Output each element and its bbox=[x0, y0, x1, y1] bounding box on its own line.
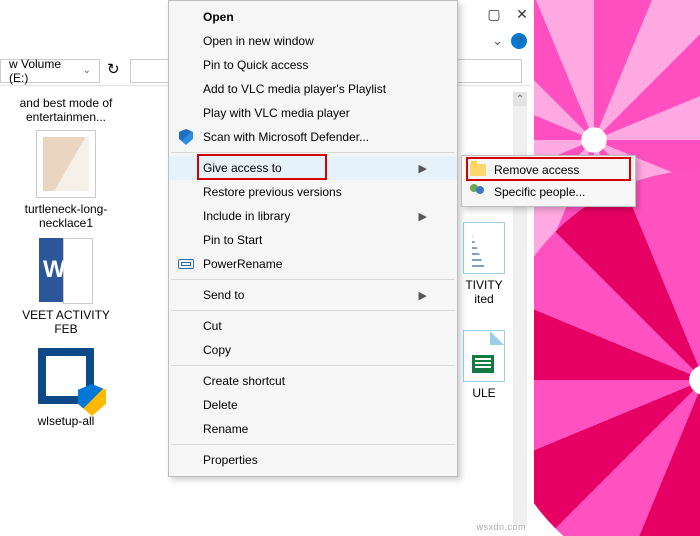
chevron-right-icon: ▶ bbox=[419, 210, 427, 223]
menu-item-label: Properties bbox=[203, 453, 258, 467]
menu-item-label: Open in new window bbox=[203, 34, 314, 48]
submenu-item[interactable]: Specific people... bbox=[462, 181, 635, 203]
menu-item[interactable]: Rename bbox=[169, 417, 457, 441]
menu-item-label: Add to VLC media player's Playlist bbox=[203, 82, 386, 96]
submenu-item[interactable]: Remove access bbox=[462, 159, 635, 181]
menu-item-label: Create shortcut bbox=[203, 374, 285, 388]
menu-item-label: Scan with Microsoft Defender... bbox=[203, 130, 369, 144]
menu-item-label: Pin to Quick access bbox=[203, 58, 308, 72]
menu-item[interactable]: Play with VLC media player bbox=[169, 101, 457, 125]
chevron-down-icon[interactable]: ⌄ bbox=[492, 33, 503, 49]
menu-item[interactable]: PowerRename bbox=[169, 252, 457, 276]
menu-item[interactable]: Add to VLC media player's Playlist bbox=[169, 77, 457, 101]
menu-item[interactable]: Send to ▶ bbox=[169, 283, 457, 307]
shield-icon bbox=[177, 128, 195, 146]
menu-item-label: Copy bbox=[203, 343, 231, 357]
scroll-up-icon[interactable]: ⌃ bbox=[513, 92, 527, 106]
menu-item-label: Pin to Start bbox=[203, 233, 262, 247]
menu-item[interactable]: Create shortcut bbox=[169, 369, 457, 393]
file-item[interactable]: and best mode of entertainmen... bbox=[6, 90, 126, 124]
menu-item[interactable]: Cut bbox=[169, 314, 457, 338]
refresh-button[interactable]: ↻ bbox=[106, 59, 130, 83]
drive-path-label: w Volume (E:) bbox=[9, 57, 83, 85]
chevron-down-icon[interactable]: ⌄ bbox=[83, 65, 91, 76]
powerrename-icon bbox=[177, 255, 195, 273]
file-item[interactable]: VEET ACTIVITY FEB bbox=[6, 236, 126, 336]
drive-path[interactable]: w Volume (E:) ⌄ bbox=[0, 59, 100, 83]
menu-item-label: Play with VLC media player bbox=[203, 106, 350, 120]
people-icon bbox=[470, 184, 486, 200]
menu-item[interactable]: Properties bbox=[169, 448, 457, 472]
ribbon-collapse-area: ⌄ ? bbox=[492, 33, 527, 49]
help-icon[interactable]: ? bbox=[511, 33, 527, 49]
menu-item[interactable]: Copy bbox=[169, 338, 457, 362]
menu-item-label: Rename bbox=[203, 422, 248, 436]
menu-item-label: PowerRename bbox=[203, 257, 282, 271]
menu-item[interactable]: Open in new window bbox=[169, 29, 457, 53]
menu-item[interactable]: Give access to ▶ bbox=[169, 156, 457, 180]
window-controls: ▢ ✕ bbox=[486, 6, 530, 22]
context-menu: Open Open in new window Pin to Quick acces… bbox=[168, 0, 458, 477]
submenu-item-label: Remove access bbox=[494, 163, 579, 177]
file-label: turtleneck-long-necklace1 bbox=[11, 202, 121, 230]
menu-item[interactable]: Delete bbox=[169, 393, 457, 417]
desktop-wallpaper bbox=[534, 0, 700, 536]
menu-item[interactable]: Pin to Quick access bbox=[169, 53, 457, 77]
folder-icon bbox=[470, 162, 486, 178]
menu-item-label: Give access to bbox=[203, 161, 282, 175]
menu-item-label: Restore previous versions bbox=[203, 185, 342, 199]
menu-item-label: Delete bbox=[203, 398, 238, 412]
photo-thumbnail bbox=[32, 130, 100, 198]
file-label: ULE bbox=[454, 386, 514, 400]
menu-item[interactable]: Scan with Microsoft Defender... bbox=[169, 125, 457, 149]
menu-item[interactable]: Open bbox=[169, 5, 457, 29]
menu-item-label: Send to bbox=[203, 288, 244, 302]
menu-item[interactable]: Restore previous versions bbox=[169, 180, 457, 204]
file-label: ited bbox=[454, 292, 514, 306]
xls-icon bbox=[463, 330, 505, 382]
file-item-partial[interactable]: TIVITY ited bbox=[454, 222, 514, 306]
file-label: wlsetup-all bbox=[38, 414, 95, 428]
context-submenu: Remove access Specific people... bbox=[461, 155, 636, 207]
menu-item[interactable]: Pin to Start bbox=[169, 228, 457, 252]
doc-icon bbox=[463, 222, 505, 274]
menu-item-label: Cut bbox=[203, 319, 222, 333]
close-icon[interactable]: ✕ bbox=[514, 6, 530, 22]
file-item[interactable]: turtleneck-long-necklace1 bbox=[6, 130, 126, 230]
chevron-right-icon: ▶ bbox=[419, 289, 427, 302]
menu-item-label: Include in library bbox=[203, 209, 290, 223]
file-item-partial[interactable]: ULE bbox=[454, 330, 514, 400]
file-label: VEET ACTIVITY FEB bbox=[11, 308, 121, 336]
word-icon bbox=[32, 236, 100, 304]
file-item[interactable]: wlsetup-all bbox=[6, 342, 126, 428]
menu-item-label: Open bbox=[203, 10, 234, 24]
file-label: TIVITY bbox=[454, 278, 514, 292]
submenu-item-label: Specific people... bbox=[494, 185, 585, 199]
exe-icon bbox=[32, 342, 100, 410]
watermark: wsxdn.com bbox=[476, 522, 526, 532]
shield-icon bbox=[78, 384, 106, 416]
restore-icon[interactable]: ▢ bbox=[486, 6, 502, 22]
chevron-right-icon: ▶ bbox=[419, 162, 427, 175]
menu-item[interactable]: Include in library ▶ bbox=[169, 204, 457, 228]
